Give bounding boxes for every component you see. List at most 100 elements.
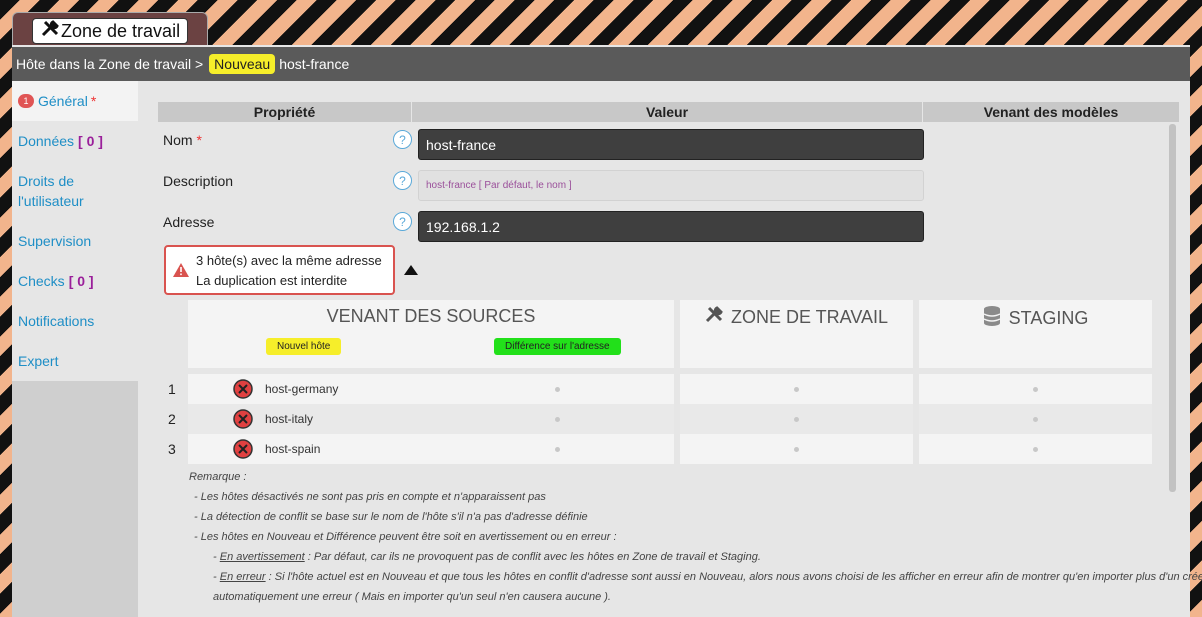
workzone-panel-label: ZONE DE TRAVAIL <box>730 307 889 327</box>
properties-table-header: Propriété Valeur Venant des modèles <box>158 102 1180 122</box>
sidebar-item-label: Supervision <box>18 233 92 249</box>
sources-cell: host-spain <box>188 434 674 464</box>
empty-dot <box>794 417 799 422</box>
help-icon[interactable]: ? <box>393 171 412 190</box>
description-placeholder: host-france [ Par défaut, le nom ] <box>426 180 572 191</box>
empty-dot <box>555 447 560 452</box>
sources-panel-title: VENANT DES SOURCES <box>326 306 536 326</box>
database-icon <box>983 306 1001 331</box>
tools-icon <box>41 19 61 43</box>
workzone-button[interactable]: Zone de travail <box>32 18 188 44</box>
address-input[interactable]: 192.168.1.2 <box>418 211 924 242</box>
address-input-value: 192.168.1.2 <box>426 218 500 235</box>
breadcrumb: Hôte dans la Zone de travail > Nouveau h… <box>12 47 1190 81</box>
conflict-row: 3 host-spain <box>138 434 1178 464</box>
workzone-button-label: Zone de travail <box>61 20 181 41</box>
workzone-cell <box>680 374 913 404</box>
error-text: : Si l'hôte actuel est en Nouveau et que… <box>265 571 1202 583</box>
error-x-icon[interactable] <box>233 439 253 464</box>
sidebar-item-label: Checks <box>18 273 65 289</box>
sidebar-item-label: Expert <box>18 353 59 369</box>
staging-panel-label: STAGING <box>1008 308 1089 328</box>
empty-dot <box>794 387 799 392</box>
breadcrumb-prefix: Hôte dans la Zone de travail > <box>16 56 204 72</box>
conflict-host-name: host-germany <box>265 382 339 396</box>
new-badge: Nouveau <box>209 54 276 74</box>
empty-dot <box>1033 417 1038 422</box>
notes-title: Remarque : <box>189 471 247 483</box>
staging-cell <box>919 434 1152 464</box>
row-number: 2 <box>168 411 176 427</box>
notes: Remarque : - Les hôtes désactivés ne son… <box>189 467 1202 607</box>
staging-cell <box>919 404 1152 434</box>
row-number: 1 <box>168 381 176 397</box>
empty-dot <box>1033 387 1038 392</box>
sidebar-item-general[interactable]: 1 Général * <box>12 81 138 121</box>
conflict-row: 2 host-italy <box>138 404 1178 434</box>
sources-cell: host-italy <box>188 404 674 434</box>
staging-panel: STAGING <box>919 300 1152 368</box>
row-number: 3 <box>168 441 176 457</box>
empty-dot <box>794 447 799 452</box>
notes-line: - La détection de conflit se base sur le… <box>194 511 588 523</box>
notes-line: - Les hôtes désactivés ne sont pas pris … <box>194 491 546 503</box>
sidebar-item-notifications[interactable]: Notifications <box>12 301 138 341</box>
notes-line-error-cont: automatiquement une erreur ( Mais en imp… <box>213 591 611 603</box>
help-icon[interactable]: ? <box>393 212 412 231</box>
name-label-text: Nom <box>163 132 193 148</box>
breadcrumb-host: host-france <box>279 56 350 72</box>
error-term: En erreur <box>219 571 266 583</box>
sources-panel: VENANT DES SOURCES Nouvel hôte Différenc… <box>188 300 674 368</box>
tools-icon <box>705 306 723 329</box>
new-host-pill: Nouvel hôte <box>266 338 342 355</box>
help-icon[interactable]: ? <box>393 130 412 149</box>
empty-dot <box>1033 447 1038 452</box>
name-label: Nom * <box>163 132 202 148</box>
required-marker: * <box>90 93 97 109</box>
sidebar-item-label: Droits de l'utilisateur <box>18 173 84 209</box>
alert-line-1: 3 hôte(s) avec la même adresse <box>196 253 382 268</box>
sidebar-item-data[interactable]: Données [ 0 ] <box>12 121 138 161</box>
address-label: Adresse <box>163 214 215 230</box>
sidebar-item-supervision[interactable]: Supervision <box>12 221 138 261</box>
content-area: Propriété Valeur Venant des modèles Nom … <box>138 81 1202 617</box>
warning-text: : Par défaut, car ils ne provoquent pas … <box>304 551 761 563</box>
sources-cell: host-germany <box>188 374 674 404</box>
alert-line-2: La duplication est interdite <box>196 273 348 288</box>
warning-term: En avertissement <box>219 551 305 563</box>
notes-line-warning: - En avertissement : Par défaut, car ils… <box>213 551 761 563</box>
error-x-icon[interactable] <box>233 409 253 434</box>
empty-dot <box>555 417 560 422</box>
notes-line: - Les hôtes en Nouveau et Différence peu… <box>194 531 617 543</box>
required-marker: * <box>196 132 202 148</box>
conflict-host-name: host-italy <box>265 412 314 426</box>
column-header-from-templates: Venant des modèles <box>923 102 1180 122</box>
name-input[interactable]: host-france <box>418 129 924 160</box>
duplicate-address-alert: 3 hôte(s) avec la même adresse La duplic… <box>164 245 395 295</box>
description-input[interactable]: host-france [ Par défaut, le nom ] <box>418 170 924 201</box>
sidebar-item-label: Données <box>18 133 75 149</box>
sidebar-item-user-rights[interactable]: Droits de l'utilisateur <box>12 161 138 221</box>
checks-count: [ 0 ] <box>68 273 94 289</box>
workzone-panel-title: ZONE DE TRAVAIL <box>680 306 913 329</box>
column-header-property: Propriété <box>158 102 412 122</box>
data-count: [ 0 ] <box>78 133 103 149</box>
workzone-cell <box>680 434 913 464</box>
staging-panel-title: STAGING <box>919 306 1152 331</box>
name-input-value: host-france <box>426 136 497 153</box>
sidebar-item-expert[interactable]: Expert <box>12 341 138 381</box>
conflict-host-name: host-spain <box>265 442 321 456</box>
staging-cell <box>919 374 1152 404</box>
workzone-panel: ZONE DE TRAVAIL <box>680 300 913 368</box>
description-label: Description <box>163 173 234 189</box>
collapse-caret-icon[interactable] <box>404 265 418 275</box>
error-count-badge: 1 <box>18 94 34 108</box>
conflict-row: 1 host-germany <box>138 374 1178 404</box>
sidebar-item-label: Général <box>38 93 88 109</box>
sidebar: 1 Général * Données [ 0 ] Droits de l'ut… <box>12 81 138 617</box>
sidebar-item-checks[interactable]: Checks [ 0 ] <box>12 261 138 301</box>
empty-dot <box>555 387 560 392</box>
column-header-value: Valeur <box>412 102 923 122</box>
error-x-icon[interactable] <box>233 379 253 404</box>
sidebar-item-label: Notifications <box>18 313 95 329</box>
